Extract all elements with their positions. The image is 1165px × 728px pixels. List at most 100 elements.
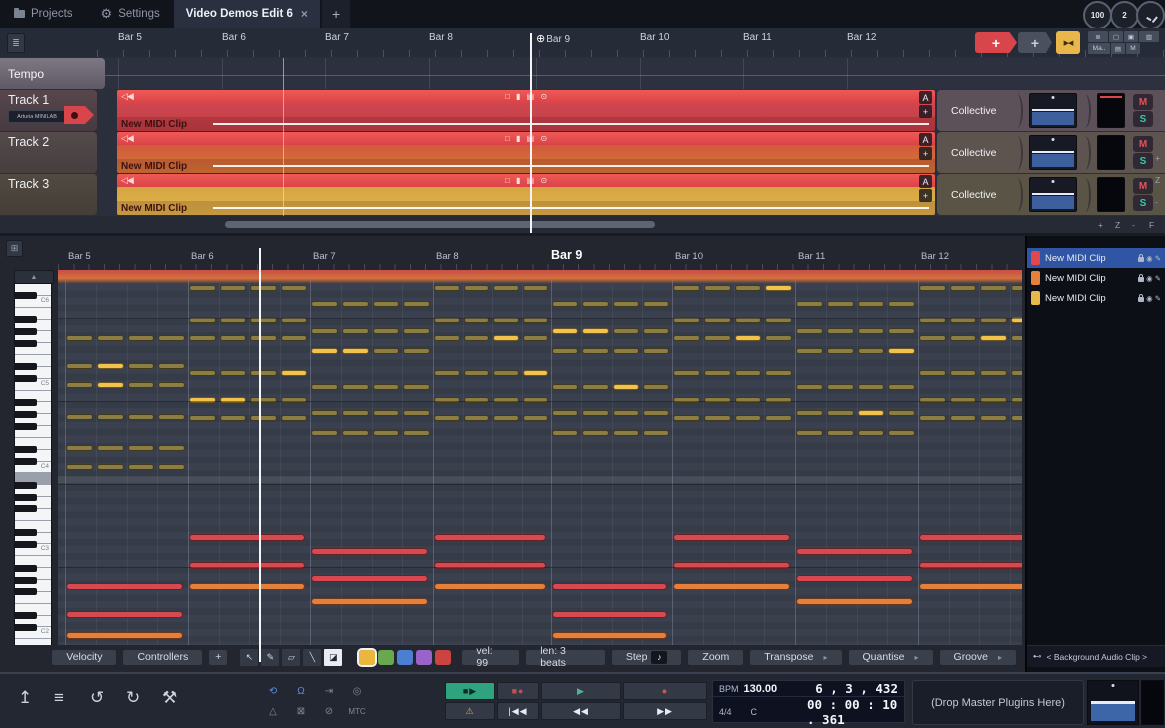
midi-note[interactable] — [66, 414, 93, 420]
midi-note-long[interactable] — [311, 548, 428, 555]
midi-note[interactable] — [128, 335, 155, 341]
view-toggle-button[interactable]: ▤ — [1111, 43, 1125, 54]
horizontal-zoom-control[interactable]: - — [1132, 220, 1135, 230]
master-plugin-dropzone[interactable]: (Drop Master Plugins Here) — [912, 680, 1084, 725]
paint-tool-icon[interactable]: ◪ — [323, 648, 343, 667]
midi-note-long[interactable] — [919, 534, 1022, 541]
midi-note[interactable] — [919, 370, 946, 376]
midi-note[interactable] — [493, 335, 519, 341]
add-track-button[interactable]: + — [975, 32, 1017, 53]
clip-list-item[interactable]: New MIDI Clip ◉✎ — [1027, 248, 1165, 268]
midi-note[interactable] — [523, 370, 549, 376]
midi-note[interactable] — [158, 464, 185, 470]
view-toggle-button[interactable]: Ma.. — [1088, 43, 1110, 54]
piano-key-black[interactable] — [15, 446, 37, 453]
edit-tab-active[interactable]: Video Demos Edit 6 × — [174, 0, 320, 28]
midi-note[interactable] — [735, 285, 762, 291]
midi-note[interactable] — [250, 415, 277, 421]
midi-note[interactable] — [250, 335, 277, 341]
mute-button[interactable]: M — [1133, 94, 1153, 110]
midi-note[interactable] — [643, 328, 669, 334]
vertical-zoom-control[interactable]: - — [1155, 197, 1158, 207]
midi-note-long[interactable] — [919, 562, 1022, 569]
midi-note[interactable] — [888, 328, 915, 334]
midi-note[interactable] — [281, 370, 308, 376]
midi-note[interactable] — [582, 328, 608, 334]
midi-note[interactable] — [342, 410, 369, 416]
midi-note[interactable] — [189, 370, 216, 376]
piano-key-black[interactable] — [15, 494, 37, 501]
midi-note[interactable] — [281, 285, 308, 291]
midi-note[interactable] — [827, 410, 854, 416]
lock-icon[interactable] — [1138, 277, 1144, 282]
lock-icon[interactable]: ⊠ — [290, 704, 312, 719]
return-to-start-button[interactable]: |◀◀ — [497, 702, 539, 720]
midi-note[interactable] — [220, 335, 247, 341]
midi-note[interactable] — [888, 384, 915, 390]
midi-note[interactable] — [765, 370, 792, 376]
midi-note[interactable] — [464, 285, 490, 291]
arrange-scrollbar[interactable]: +Z-F — [0, 216, 1165, 233]
midi-note[interactable] — [128, 363, 155, 369]
clip-color-chip[interactable] — [1031, 271, 1040, 285]
master-fader[interactable] — [1087, 680, 1139, 725]
piano-key-black[interactable] — [15, 458, 37, 465]
midi-note[interactable] — [552, 328, 578, 334]
auto-play-button[interactable]: ■▶ — [445, 682, 495, 700]
volume-fader[interactable] — [1029, 135, 1077, 170]
piano-key-black[interactable] — [15, 316, 37, 323]
mtc-label[interactable]: MTC — [346, 704, 368, 719]
midi-note[interactable] — [643, 348, 669, 354]
midi-note[interactable] — [373, 348, 400, 354]
warning-button[interactable]: ⚠ — [445, 702, 495, 720]
midi-note[interactable] — [1011, 285, 1023, 291]
mute-button[interactable]: M — [1133, 136, 1153, 152]
tempo-curve-lane[interactable] — [97, 58, 1165, 89]
midi-note[interactable] — [464, 415, 490, 421]
bowtie-tool-button[interactable]: ▶◀ — [1056, 31, 1080, 54]
midi-note[interactable] — [128, 382, 155, 388]
midi-note[interactable] — [827, 301, 854, 307]
midi-note[interactable] — [673, 335, 700, 341]
piano-key-black[interactable] — [15, 482, 37, 489]
scrollbar-thumb[interactable] — [225, 221, 655, 228]
color-swatch[interactable] — [435, 650, 451, 665]
midi-note[interactable] — [888, 301, 915, 307]
midi-note[interactable] — [552, 301, 578, 307]
view-toggle-button[interactable]: M — [1126, 43, 1140, 54]
midi-note-long[interactable] — [434, 534, 546, 541]
midi-note[interactable] — [552, 430, 578, 436]
midi-note[interactable] — [158, 382, 185, 388]
midi-note[interactable] — [97, 414, 124, 420]
midi-note[interactable] — [342, 348, 369, 354]
midi-note-long[interactable] — [673, 583, 790, 590]
midi-note-long[interactable] — [311, 598, 428, 605]
midi-note[interactable] — [858, 430, 885, 436]
midi-note[interactable] — [66, 335, 93, 341]
close-tab-icon[interactable]: × — [301, 7, 308, 21]
midi-note[interactable] — [613, 301, 639, 307]
pencil-icon[interactable]: ✎ — [1155, 254, 1161, 263]
clip-tools-icons[interactable]: □ ▮ ▤ ⊙ — [505, 92, 549, 101]
velocity-button[interactable]: Velocity — [51, 649, 117, 666]
clip-list-item[interactable]: New MIDI Clip ◉✎ — [1027, 268, 1165, 288]
midi-note[interactable] — [765, 335, 792, 341]
metronome-icon[interactable]: Ω — [290, 684, 312, 699]
midi-note[interactable] — [403, 348, 430, 354]
midi-note-long[interactable] — [434, 583, 546, 590]
midi-note[interactable] — [950, 335, 977, 341]
midi-note[interactable] — [97, 382, 124, 388]
midi-note[interactable] — [796, 430, 823, 436]
midi-note[interactable] — [735, 335, 762, 341]
plugin-collective[interactable]: Collective — [951, 189, 1013, 201]
midi-note[interactable] — [858, 328, 885, 334]
clip-color-chip[interactable] — [1031, 291, 1040, 305]
midi-note[interactable] — [980, 285, 1007, 291]
midi-clip-track3[interactable]: ◁◀ □ ▮ ▤ ⊙ New MIDI Clip A + — [117, 174, 935, 215]
midi-note-long[interactable] — [189, 534, 305, 541]
tempo-track[interactable]: Tempo — [0, 58, 1165, 89]
midi-note[interactable] — [403, 328, 430, 334]
piano-key-black[interactable] — [15, 292, 37, 299]
add-plugin-button[interactable]: + — [919, 105, 932, 118]
midi-note[interactable] — [765, 415, 792, 421]
